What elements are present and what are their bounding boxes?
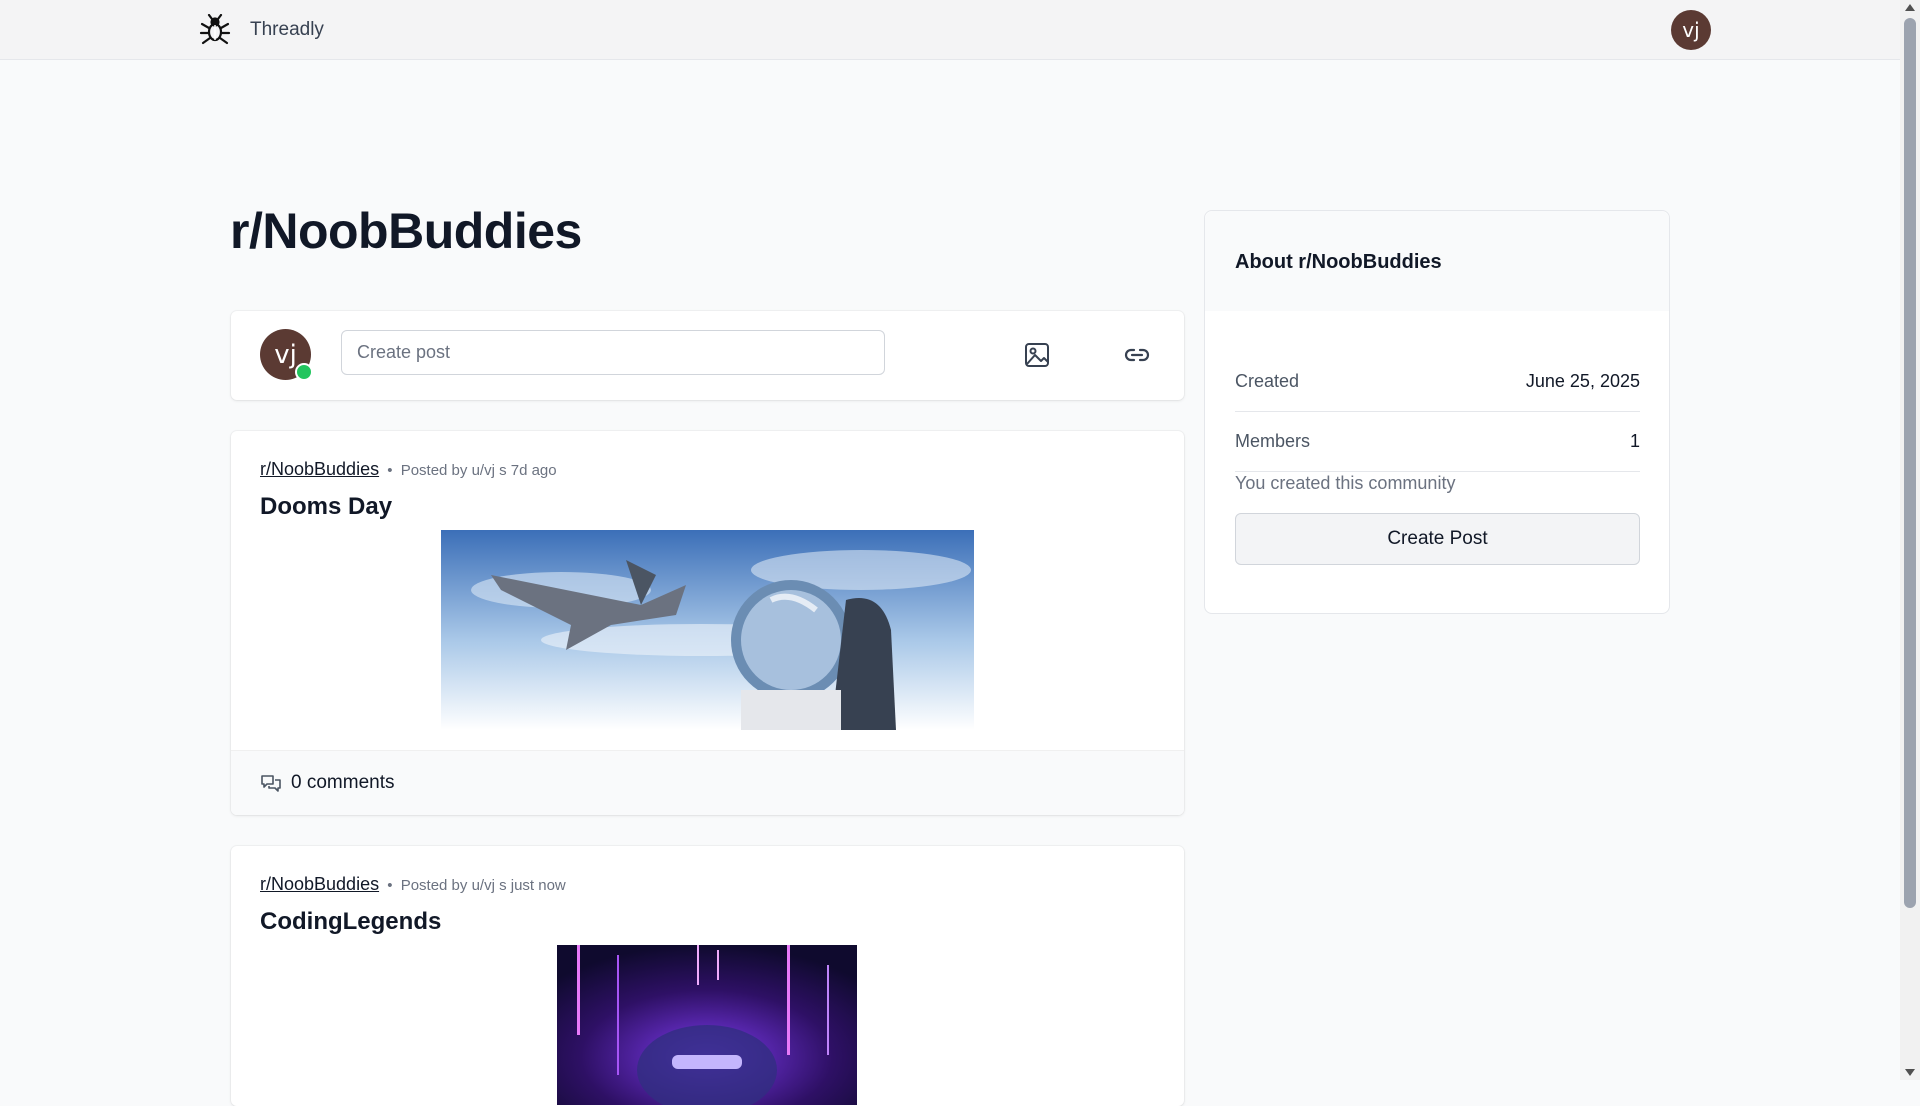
post-author-time: Posted by u/vj s just now	[400, 877, 566, 894]
created-value: June 25, 2025	[1525, 371, 1640, 391]
online-status-dot	[295, 363, 313, 381]
members-value: 1	[1629, 431, 1640, 451]
create-post-composer: vj	[231, 311, 1184, 400]
subreddit-link[interactable]: r/NoobBuddies	[260, 459, 379, 479]
user-avatar[interactable]: vj	[1671, 10, 1711, 50]
create-post-button[interactable]: Create Post	[1235, 513, 1640, 565]
created-label: Created	[1235, 371, 1300, 391]
link-icon	[1124, 348, 1150, 362]
image-icon	[1025, 343, 1049, 367]
post-card[interactable]: r/NoobBuddies • Posted by u/vj s 7d ago …	[231, 431, 1184, 815]
scroll-up-arrow[interactable]	[1905, 4, 1915, 11]
add-image-button[interactable]	[1017, 335, 1057, 375]
page-title: r/NoobBuddies	[230, 203, 582, 259]
subreddit-link[interactable]: r/NoobBuddies	[260, 874, 379, 894]
create-post-input[interactable]	[341, 330, 885, 375]
post-image[interactable]	[557, 945, 857, 1105]
post-title[interactable]: CodingLegends	[260, 908, 441, 936]
about-title: About r/NoobBuddies	[1235, 251, 1442, 273]
post-meta: r/NoobBuddies • Posted by u/vj s 7d ago	[260, 459, 557, 480]
top-navbar: Threadly vj	[0, 0, 1900, 60]
brand-name[interactable]: Threadly	[250, 19, 324, 41]
about-header: About r/NoobBuddies	[1205, 211, 1669, 311]
scroll-down-arrow[interactable]	[1905, 1069, 1915, 1076]
meta-separator: •	[387, 462, 393, 479]
comments-icon	[261, 775, 281, 792]
bug-icon[interactable]	[199, 14, 231, 46]
post-image[interactable]	[441, 530, 974, 730]
owner-note: You created this community	[1235, 473, 1456, 493]
post-title[interactable]: Dooms Day	[260, 493, 392, 521]
post-card[interactable]: r/NoobBuddies • Posted by u/vj s just no…	[231, 846, 1184, 1106]
scroll-thumb[interactable]	[1904, 18, 1916, 908]
comments-count[interactable]: 0 comments	[291, 772, 394, 794]
meta-separator: •	[387, 877, 393, 894]
about-community-panel: About r/NoobBuddies Created June 25, 202…	[1204, 210, 1670, 614]
post-footer: 0 comments	[231, 750, 1184, 815]
created-row: Created June 25, 2025	[1235, 351, 1640, 412]
add-link-button[interactable]	[1117, 335, 1157, 375]
page-scrollbar[interactable]	[1900, 0, 1920, 1080]
post-meta: r/NoobBuddies • Posted by u/vj s just no…	[260, 874, 566, 895]
members-row: Members 1	[1235, 411, 1640, 472]
post-author-time: Posted by u/vj s 7d ago	[400, 462, 557, 479]
members-label: Members	[1235, 431, 1311, 451]
